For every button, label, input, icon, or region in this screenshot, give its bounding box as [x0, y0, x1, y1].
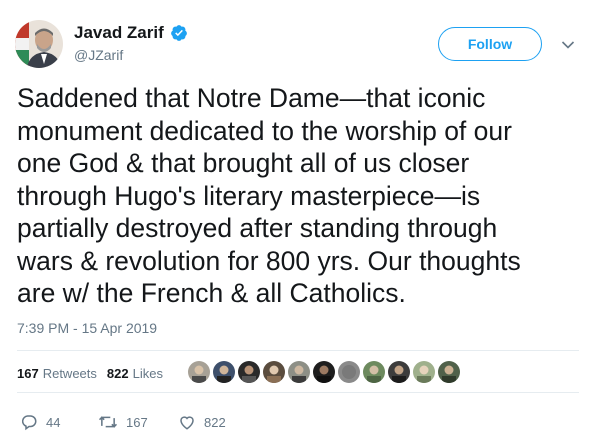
retweet-button[interactable]: 167 [98, 413, 178, 431]
liker-avatar[interactable] [188, 361, 210, 383]
user-avatar-icon [388, 361, 410, 383]
tweet-text-line: are w/ the French & all Catholics. [17, 278, 406, 308]
user-avatar-icon [313, 361, 335, 383]
user-avatar-icon [238, 361, 260, 383]
profile-photo-icon [15, 20, 63, 68]
author-info: Javad Zarif @JZarif [74, 23, 188, 63]
verified-badge-icon [170, 24, 188, 42]
likes-stat-label: Likes [132, 366, 163, 381]
tweet-actions: 44 167 822 [20, 413, 226, 431]
retweet-count: 167 [126, 414, 148, 430]
tweet-timestamp[interactable]: 7:39 PM - 15 Apr 2019 [17, 320, 157, 336]
user-avatar-icon [213, 361, 235, 383]
tweet-text-line: one God & that brought all of us closer [17, 148, 470, 178]
like-button[interactable]: 822 [178, 413, 226, 431]
tweet-text-line: through Hugo's literary masterpiece—is [17, 180, 481, 211]
user-avatar-icon [188, 361, 210, 383]
engagement-stats: 167 Retweets 822 Likes [17, 366, 173, 381]
tweet-text-line: Saddened that Notre Dame—that iconic [17, 83, 486, 113]
liker-avatar[interactable] [213, 361, 235, 383]
heart-icon [180, 416, 194, 430]
liker-avatar[interactable] [288, 361, 310, 383]
like-count: 822 [204, 414, 226, 430]
author-handle[interactable]: @JZarif [74, 47, 188, 63]
reply-count: 44 [46, 414, 61, 430]
retweets-stat-count: 167 [17, 366, 39, 381]
liker-avatar[interactable] [413, 361, 435, 383]
tweet-text: Saddened that Notre Dame—that iconic mon… [17, 82, 582, 310]
tweet-text-line: wars & revolution for 800 yrs. Our thoug… [17, 245, 521, 276]
likes-stat[interactable]: 822 Likes [107, 366, 163, 381]
divider [17, 350, 579, 351]
user-avatar-icon [363, 361, 385, 383]
liker-avatar[interactable] [238, 361, 260, 383]
tweet-card: Javad Zarif @JZarif Follow Saddened that… [0, 0, 596, 436]
liker-avatar[interactable] [313, 361, 335, 383]
user-avatar-icon [438, 361, 460, 383]
user-avatar-icon [338, 361, 360, 383]
author-avatar[interactable] [15, 20, 63, 68]
likes-stat-count: 822 [106, 366, 129, 381]
user-avatar-icon [413, 361, 435, 383]
chevron-down-icon[interactable] [561, 40, 575, 50]
retweets-stat-label: Retweets [42, 366, 97, 381]
tweet-text-line: partially destroyed after standing throu… [17, 213, 498, 243]
liker-avatar[interactable] [263, 361, 285, 383]
author-display-name[interactable]: Javad Zarif [74, 23, 164, 43]
user-avatar-icon [288, 361, 310, 383]
liker-avatar[interactable] [388, 361, 410, 383]
reply-icon [21, 415, 37, 431]
retweets-stat[interactable]: 167 Retweets [17, 366, 97, 381]
retweet-icon [98, 416, 118, 428]
divider [17, 392, 579, 393]
liker-avatar[interactable] [338, 361, 360, 383]
follow-button[interactable]: Follow [438, 27, 542, 61]
liker-avatar[interactable] [363, 361, 385, 383]
tweet-text-line: monument dedicated to the worship of our [17, 115, 512, 146]
user-avatar-icon [263, 361, 285, 383]
liker-avatars [188, 361, 460, 383]
liker-avatar[interactable] [438, 361, 460, 383]
reply-button[interactable]: 44 [20, 413, 98, 431]
